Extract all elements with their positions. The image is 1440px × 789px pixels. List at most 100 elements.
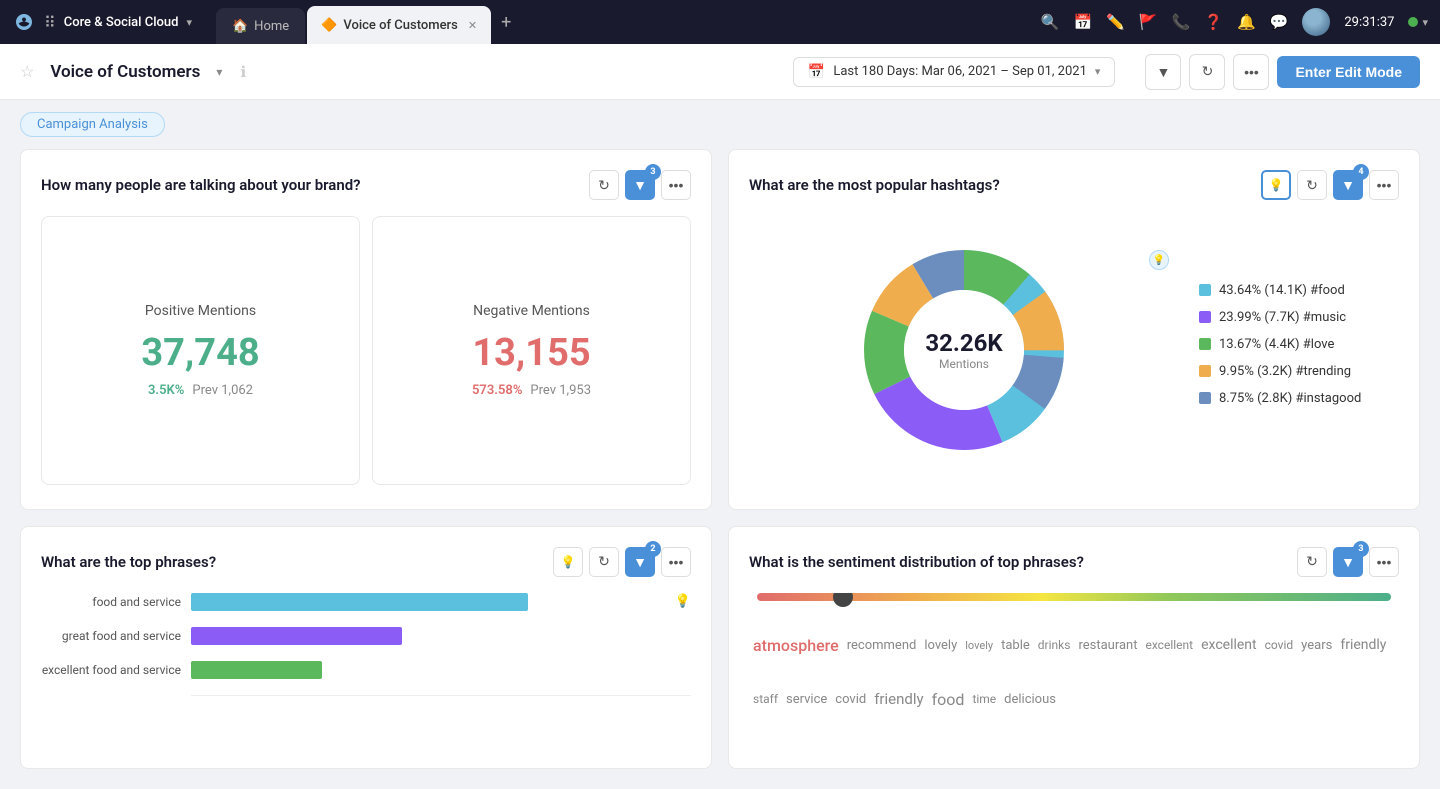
positive-mentions-sub: 3.5K% Prev 1,062 — [148, 383, 253, 398]
bell-action-icon[interactable]: 🔔 — [1237, 13, 1256, 31]
title-chevron-icon[interactable]: ▾ — [216, 65, 222, 79]
tab-voc-close[interactable]: ✕ — [468, 19, 477, 32]
calendar-action-icon[interactable]: 📅 — [1074, 13, 1093, 31]
browser-time: 29:31:37 — [1344, 15, 1394, 30]
word-drinks[interactable]: drinks — [1038, 638, 1071, 652]
word-staff[interactable]: staff — [753, 692, 778, 706]
legend-dot-trending — [1199, 365, 1211, 377]
legend-love: 13.67% (4.4K) #love — [1199, 337, 1399, 352]
phrase-bar-container-3 — [191, 661, 659, 679]
help-action-icon[interactable]: ❓ — [1204, 13, 1223, 31]
word-friendly-1[interactable]: friendly — [1340, 637, 1386, 653]
status-indicator: ▾ — [1408, 16, 1428, 29]
mentions-actions: ↻ ▼ 3 ••• — [589, 170, 691, 200]
word-food[interactable]: food — [932, 690, 965, 709]
phrase-tip-icon-2: 💡 — [675, 628, 691, 643]
more-options-button[interactable]: ••• — [1233, 54, 1269, 90]
tab-voc-icon: 🔶 — [321, 18, 337, 33]
word-cloud: atmosphere recommend lovely lovely table… — [749, 617, 1399, 729]
flag-action-icon[interactable]: 🚩 — [1139, 13, 1158, 31]
word-friendly-2[interactable]: friendly — [874, 690, 923, 708]
word-recommend[interactable]: recommend — [847, 638, 917, 653]
tab-home-icon: 🏠 — [232, 19, 248, 34]
sentiment-slider-row — [749, 593, 1399, 601]
word-table[interactable]: table — [1001, 638, 1030, 653]
phrases-filter-wrapper: ▼ 2 — [625, 547, 655, 577]
sentiment-slider-track[interactable] — [757, 593, 1391, 601]
browser-chrome: ⠿ Core & Social Cloud ▾ 🏠 Home 🔶 Voice o… — [0, 0, 1440, 44]
browser-logo — [12, 10, 36, 34]
sentiment-refresh-button[interactable]: ↻ — [1297, 547, 1327, 577]
legend-music-label: 23.99% (7.7K) #music — [1219, 310, 1346, 325]
tab-home-label: Home — [254, 19, 289, 34]
phrases-more-button[interactable]: ••• — [661, 547, 691, 577]
hashtags-filter-wrapper: ▼ 4 — [1333, 170, 1363, 200]
word-time[interactable]: time — [972, 692, 996, 706]
word-atmosphere[interactable]: atmosphere — [753, 636, 839, 655]
donut-legend: 43.64% (14.1K) #food 23.99% (7.7K) #musi… — [1199, 283, 1399, 418]
word-delicious[interactable]: delicious — [1004, 692, 1056, 707]
hashtags-view-button[interactable]: 💡 — [1261, 170, 1291, 200]
campaign-analysis-tag[interactable]: Campaign Analysis — [20, 112, 165, 137]
phrase-label-1: food and service — [41, 595, 181, 609]
browser-right-actions: 🔍 📅 ✏️ 🚩 📞 ❓ 🔔 💬 29:31:37 ▾ — [1041, 8, 1428, 36]
phrases-refresh-button[interactable]: ↻ — [589, 547, 619, 577]
chat-action-icon[interactable]: 💬 — [1270, 13, 1289, 31]
hashtags-filter-badge: 4 — [1353, 164, 1369, 180]
user-avatar[interactable] — [1302, 8, 1330, 36]
sentiment-filter-wrapper: ▼ 3 — [1333, 547, 1363, 577]
filter-button[interactable]: ▼ — [1145, 54, 1181, 90]
mentions-header: How many people are talking about your b… — [41, 170, 691, 200]
tab-voice-of-customers[interactable]: 🔶 Voice of Customers ✕ — [307, 6, 491, 44]
app-chevron[interactable]: ▾ — [186, 16, 192, 29]
sentiment-actions: ↻ ▼ 3 ••• — [1297, 547, 1399, 577]
legend-dot-instagood — [1199, 392, 1211, 404]
phrases-content: food and service 💡 great food and servic… — [41, 593, 691, 745]
word-restaurant[interactable]: restaurant — [1078, 638, 1137, 653]
edit-mode-button[interactable]: Enter Edit Mode — [1277, 56, 1420, 88]
mentions-widget: How many people are talking about your b… — [20, 149, 712, 510]
donut-chart-wrapper: 32.26K Mentions 💡 — [749, 240, 1179, 460]
word-lovely-2[interactable]: lovely — [965, 639, 993, 652]
sentiment-more-button[interactable]: ••• — [1369, 547, 1399, 577]
date-range-picker[interactable]: 📅 Last 180 Days: Mar 06, 2021 – Sep 01, … — [793, 57, 1116, 87]
legend-dot-food — [1199, 284, 1211, 296]
main-content: How many people are talking about your b… — [0, 149, 1440, 789]
chart-tip-icon[interactable]: 💡 — [1149, 250, 1169, 270]
positive-percent: 3.5K% — [148, 383, 184, 398]
word-covid-1[interactable]: covid — [1265, 638, 1294, 652]
new-tab-button[interactable]: + — [493, 8, 519, 37]
edit-action-icon[interactable]: ✏️ — [1106, 13, 1125, 31]
tab-home[interactable]: 🏠 Home — [216, 8, 305, 44]
phone-action-icon[interactable]: 📞 — [1172, 13, 1191, 31]
donut-center-value: 32.26K — [925, 329, 1002, 357]
hashtags-refresh-button[interactable]: ↻ — [1297, 170, 1327, 200]
slider-thumb[interactable] — [833, 593, 853, 607]
word-covid-2[interactable]: covid — [835, 692, 866, 707]
negative-percent: 573.58% — [472, 383, 522, 398]
word-years[interactable]: years — [1301, 638, 1332, 653]
mentions-refresh-button[interactable]: ↻ — [589, 170, 619, 200]
tab-voc-label: Voice of Customers — [343, 18, 458, 33]
sentiment-filter-badge: 3 — [1353, 541, 1369, 557]
word-lovely-1[interactable]: lovely — [924, 638, 957, 653]
mentions-more-button[interactable]: ••• — [661, 170, 691, 200]
legend-dot-love — [1199, 338, 1211, 350]
apps-grid-icon[interactable]: ⠿ — [44, 13, 56, 32]
word-excellent-2[interactable]: excellent — [1201, 637, 1257, 653]
date-range-label: Last 180 Days: Mar 06, 2021 – Sep 01, 20… — [833, 64, 1087, 79]
phrases-title: What are the top phrases? — [41, 553, 553, 571]
refresh-button[interactable]: ↻ — [1189, 54, 1225, 90]
search-action-icon[interactable]: 🔍 — [1041, 13, 1060, 31]
phrase-tip-icon-1[interactable]: 💡 — [675, 594, 691, 609]
favorite-star-icon[interactable]: ☆ — [20, 62, 34, 81]
phrase-bar-3 — [191, 661, 322, 679]
phrases-view-button[interactable]: 💡 — [553, 547, 583, 577]
word-service[interactable]: service — [786, 692, 827, 707]
phrases-actions: 💡 ↻ ▼ 2 ••• — [553, 547, 691, 577]
legend-dot-music — [1199, 311, 1211, 323]
hashtags-more-button[interactable]: ••• — [1369, 170, 1399, 200]
word-excellent-1[interactable]: excellent — [1145, 638, 1193, 652]
positive-mentions-value: 37,748 — [141, 331, 259, 375]
info-icon[interactable]: ℹ — [240, 63, 246, 81]
